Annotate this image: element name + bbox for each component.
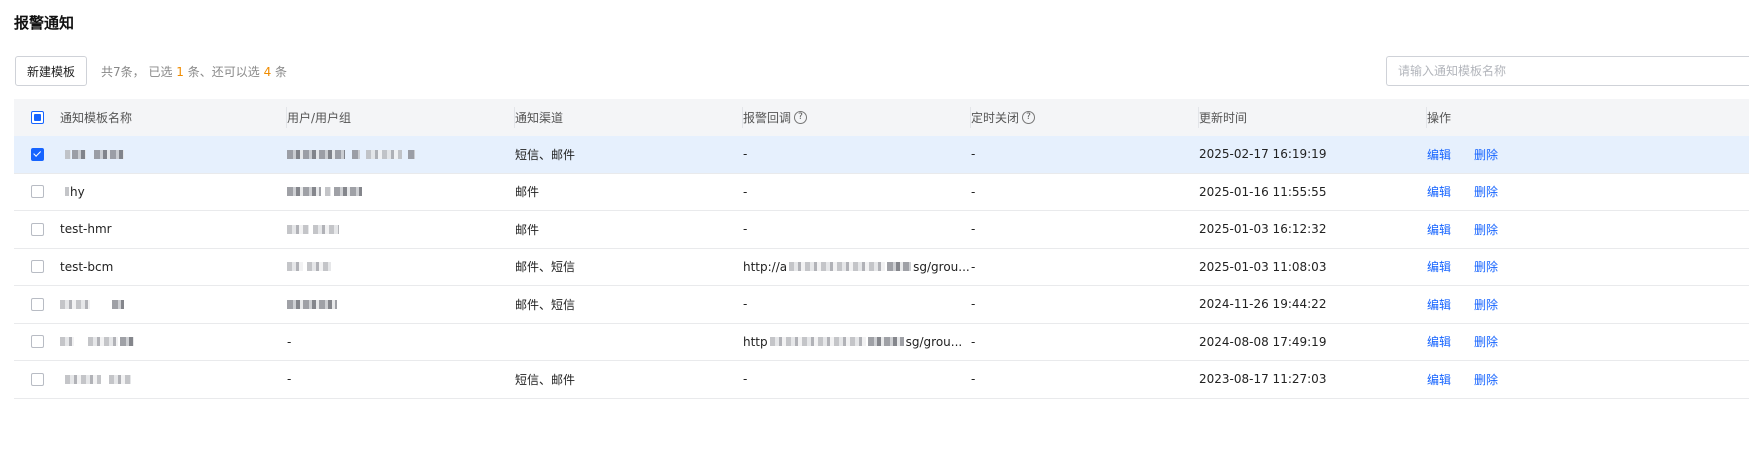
delete-link[interactable]: 删除 [1474,296,1498,313]
header-users-label: 用户/用户组 [287,111,352,125]
delete-link[interactable]: 删除 [1474,183,1498,200]
table-row[interactable]: test-bcm 邮件、短信 http://a sg/grou... - 2025… [14,248,1749,286]
help-icon[interactable]: ? [1022,111,1036,124]
table-row[interactable]: test-hmr 邮件 - - 2025-01-03 16:12:32 编辑 删除 [14,211,1749,249]
notify-channel: 邮件 [515,185,540,200]
delete-link[interactable]: 删除 [1474,333,1498,350]
help-icon[interactable]: ? [794,111,808,124]
template-table: 通知模板名称 用户/用户组 通知渠道 报警回调? 定时关闭? 更新时间 操作 短… [14,99,1749,399]
notify-channel: 邮件、短信 [515,297,576,312]
user-group [287,299,337,309]
delete-link[interactable]: 删除 [1474,221,1498,238]
header-updated: 更新时间 [1199,99,1427,136]
row-checkbox[interactable] [31,372,44,386]
updated-time: 2024-08-08 17:49:19 [1199,334,1327,349]
alarm-callback: - [743,222,748,237]
notify-channel: 邮件 [515,222,540,237]
scheduled-close: - [971,147,976,162]
header-updated-label: 更新时间 [1199,111,1248,125]
template-name: test-hmr [60,222,112,237]
template-name [60,337,134,347]
scheduled-close: - [971,297,976,312]
delete-link[interactable]: 删除 [1474,258,1498,275]
header-scheduled-close: 定时关闭? [971,99,1199,136]
alarm-callback: - [743,297,748,312]
user-group [287,262,331,272]
row-checkbox[interactable] [31,147,44,161]
alarm-callback: http://a sg/grou... [743,259,970,274]
table-row[interactable]: hy 邮件 - - 2025-01-16 11:55:55 编辑 删除 [14,173,1749,211]
delete-link[interactable]: 删除 [1474,146,1498,163]
updated-time: 2025-01-03 11:08:03 [1199,259,1327,274]
updated-time: 2025-01-16 11:55:55 [1199,184,1327,199]
header-users: 用户/用户组 [287,99,515,136]
alarm-callback: - [743,184,748,199]
header-actions-label: 操作 [1427,111,1452,125]
edit-link[interactable]: 编辑 [1427,183,1451,200]
selection-summary: 共7条， 已选 1 条、还可以选 4 条 [101,63,287,80]
user-group: - [287,334,292,349]
page-title: 报警通知 [14,14,75,32]
selection-suffix: 条 [271,64,288,79]
alarm-callback: - [743,372,748,387]
scheduled-close: - [971,259,976,274]
template-name: test-bcm [60,259,114,274]
edit-link[interactable]: 编辑 [1427,371,1451,388]
edit-link[interactable]: 编辑 [1427,146,1451,163]
notify-channel: 短信、邮件 [515,372,576,387]
table-row[interactable]: 邮件、短信 - - 2024-11-26 19:44:22 编辑 删除 [14,286,1749,324]
template-name: hy [60,185,85,199]
notify-channel: 邮件、短信 [515,260,576,275]
header-name-label: 通知模板名称 [60,111,133,125]
user-group [287,224,339,234]
row-checkbox[interactable] [31,222,44,236]
alarm-callback: - [743,147,748,162]
updated-time: 2024-11-26 19:44:22 [1199,297,1327,312]
header-actions: 操作 [1427,99,1749,136]
row-checkbox[interactable] [31,260,44,274]
selection-middle: 条、还可以选 [183,64,264,79]
header-callback-label: 报警回调 [743,111,792,125]
scheduled-close: - [971,222,976,237]
alarm-callback: http sg/grou... [743,334,963,349]
header-channel: 通知渠道 [515,99,743,136]
user-group [287,149,415,159]
scheduled-close: - [971,184,976,199]
header-name: 通知模板名称 [59,99,287,136]
header-callback: 报警回调? [743,99,971,136]
toolbar: 新建模板 共7条， 已选 1 条、还可以选 4 条 [15,56,287,86]
table-row[interactable]: - 短信、邮件 - - 2023-08-17 11:27:03 编辑 删除 [14,361,1749,399]
row-checkbox[interactable] [31,297,44,311]
row-checkbox[interactable] [31,185,44,199]
table-header: 通知模板名称 用户/用户组 通知渠道 报警回调? 定时关闭? 更新时间 操作 [14,99,1749,136]
selection-prefix: 共7条， 已选 [101,64,177,79]
notify-channel [515,324,743,361]
table-row[interactable]: - http sg/grou... - 2024-08-08 17:49:19 编… [14,323,1749,361]
table-row[interactable]: 短信、邮件 - - 2025-02-17 16:19:19 编辑 删除 [14,136,1749,174]
template-name [60,374,131,384]
edit-link[interactable]: 编辑 [1427,258,1451,275]
updated-time: 2025-01-03 16:12:32 [1199,222,1327,237]
user-group: - [287,372,292,387]
notify-channel: 短信、邮件 [515,147,576,162]
edit-link[interactable]: 编辑 [1427,221,1451,238]
header-channel-label: 通知渠道 [515,111,564,125]
scheduled-close: - [971,334,976,349]
header-close-label: 定时关闭 [971,111,1020,125]
selected-count: 1 [176,64,184,79]
select-all-checkbox[interactable] [31,111,44,124]
updated-time: 2025-02-17 16:19:19 [1199,147,1327,162]
updated-time: 2023-08-17 11:27:03 [1199,372,1327,387]
edit-link[interactable]: 编辑 [1427,296,1451,313]
template-search-input[interactable] [1386,56,1749,86]
scheduled-close: - [971,372,976,387]
user-group [287,187,362,197]
row-checkbox[interactable] [31,335,44,349]
delete-link[interactable]: 删除 [1474,371,1498,388]
select-all-cell [14,99,59,136]
new-template-button[interactable]: 新建模板 [15,56,88,86]
template-name [60,149,124,159]
edit-link[interactable]: 编辑 [1427,333,1451,350]
template-name [60,299,124,309]
